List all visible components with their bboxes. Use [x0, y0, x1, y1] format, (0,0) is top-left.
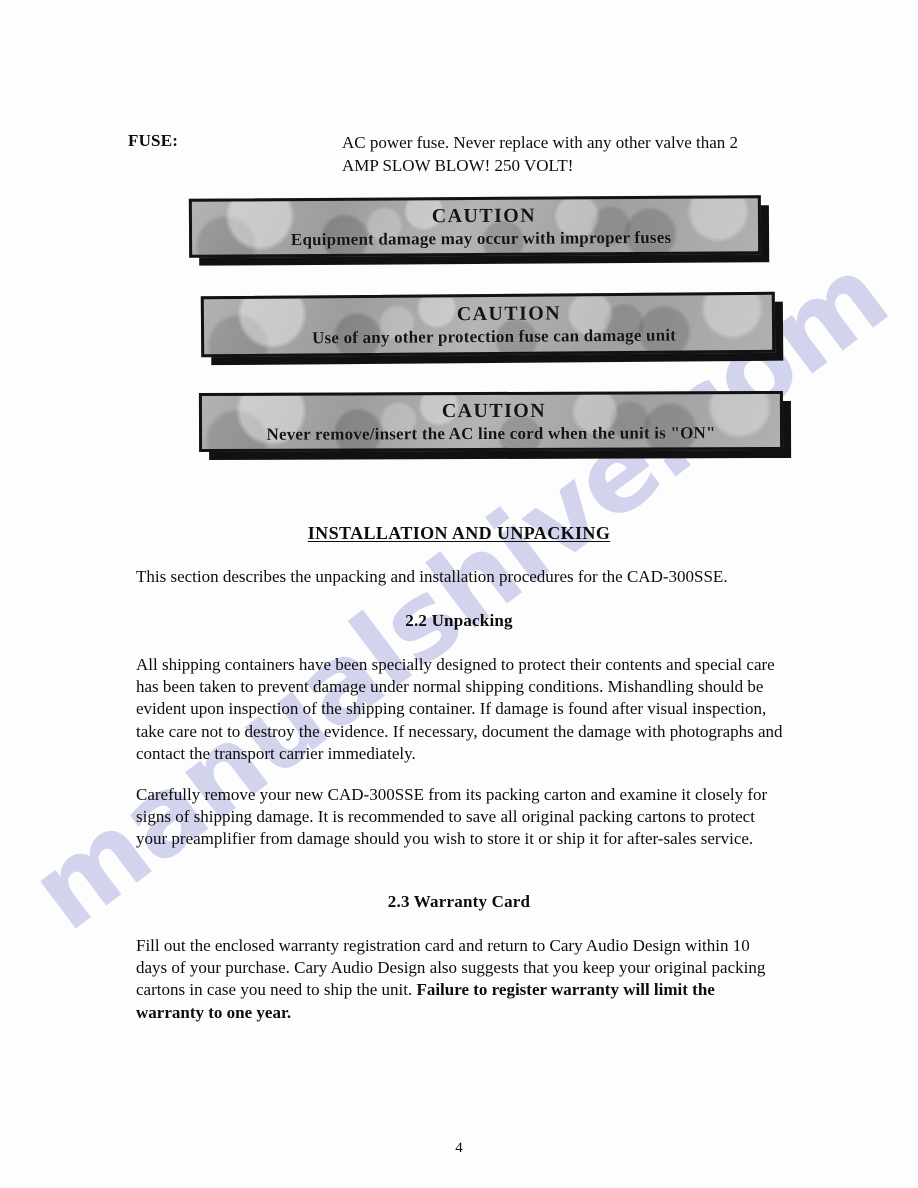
caution-title: CAUTION	[431, 204, 537, 227]
unpacking-paragraph-shipping: All shipping containers have been specia…	[136, 655, 783, 763]
section-heading-text: INSTALLATION AND UNPACKING	[307, 523, 611, 543]
subheading-warranty-card: 2.3 Warranty Card	[387, 892, 531, 911]
caution-title: CAUTION	[441, 399, 547, 422]
warranty-paragraph: Fill out the enclosed warranty registrat…	[136, 935, 784, 1024]
page-content: FUSE: AC power fuse. Never replace with …	[0, 0, 918, 1188]
caution-box-protection-fuse: CAUTION Use of any other protection fuse…	[200, 291, 776, 358]
caution-title: CAUTION	[456, 301, 562, 325]
caution-box-ac-line-cord: CAUTION Never remove/insert the AC line …	[198, 390, 784, 453]
caution-message: Never remove/insert the AC line cord whe…	[266, 422, 716, 444]
manual-page: manualshive.com FUSE: AC power fuse. Nev…	[0, 0, 918, 1188]
caution-box-fuses: CAUTION Equipment damage may occur with …	[188, 195, 762, 258]
subheading-unpacking: 2.2 Unpacking	[405, 611, 513, 630]
caution-message: Use of any other protection fuse can dam…	[311, 325, 677, 347]
fuse-label: FUSE:	[128, 131, 179, 150]
unpacking-paragraph-remove: Carefully remove your new CAD-300SSE fro…	[136, 785, 768, 849]
fuse-description: AC power fuse. Never replace with any ot…	[342, 133, 739, 175]
caution-message: Equipment damage may occur with improper…	[290, 227, 672, 249]
intro-paragraph: This section describes the unpacking and…	[136, 567, 728, 586]
page-number: 4	[455, 1140, 463, 1156]
section-heading-installation: INSTALLATION AND UNPACKING	[0, 523, 918, 544]
